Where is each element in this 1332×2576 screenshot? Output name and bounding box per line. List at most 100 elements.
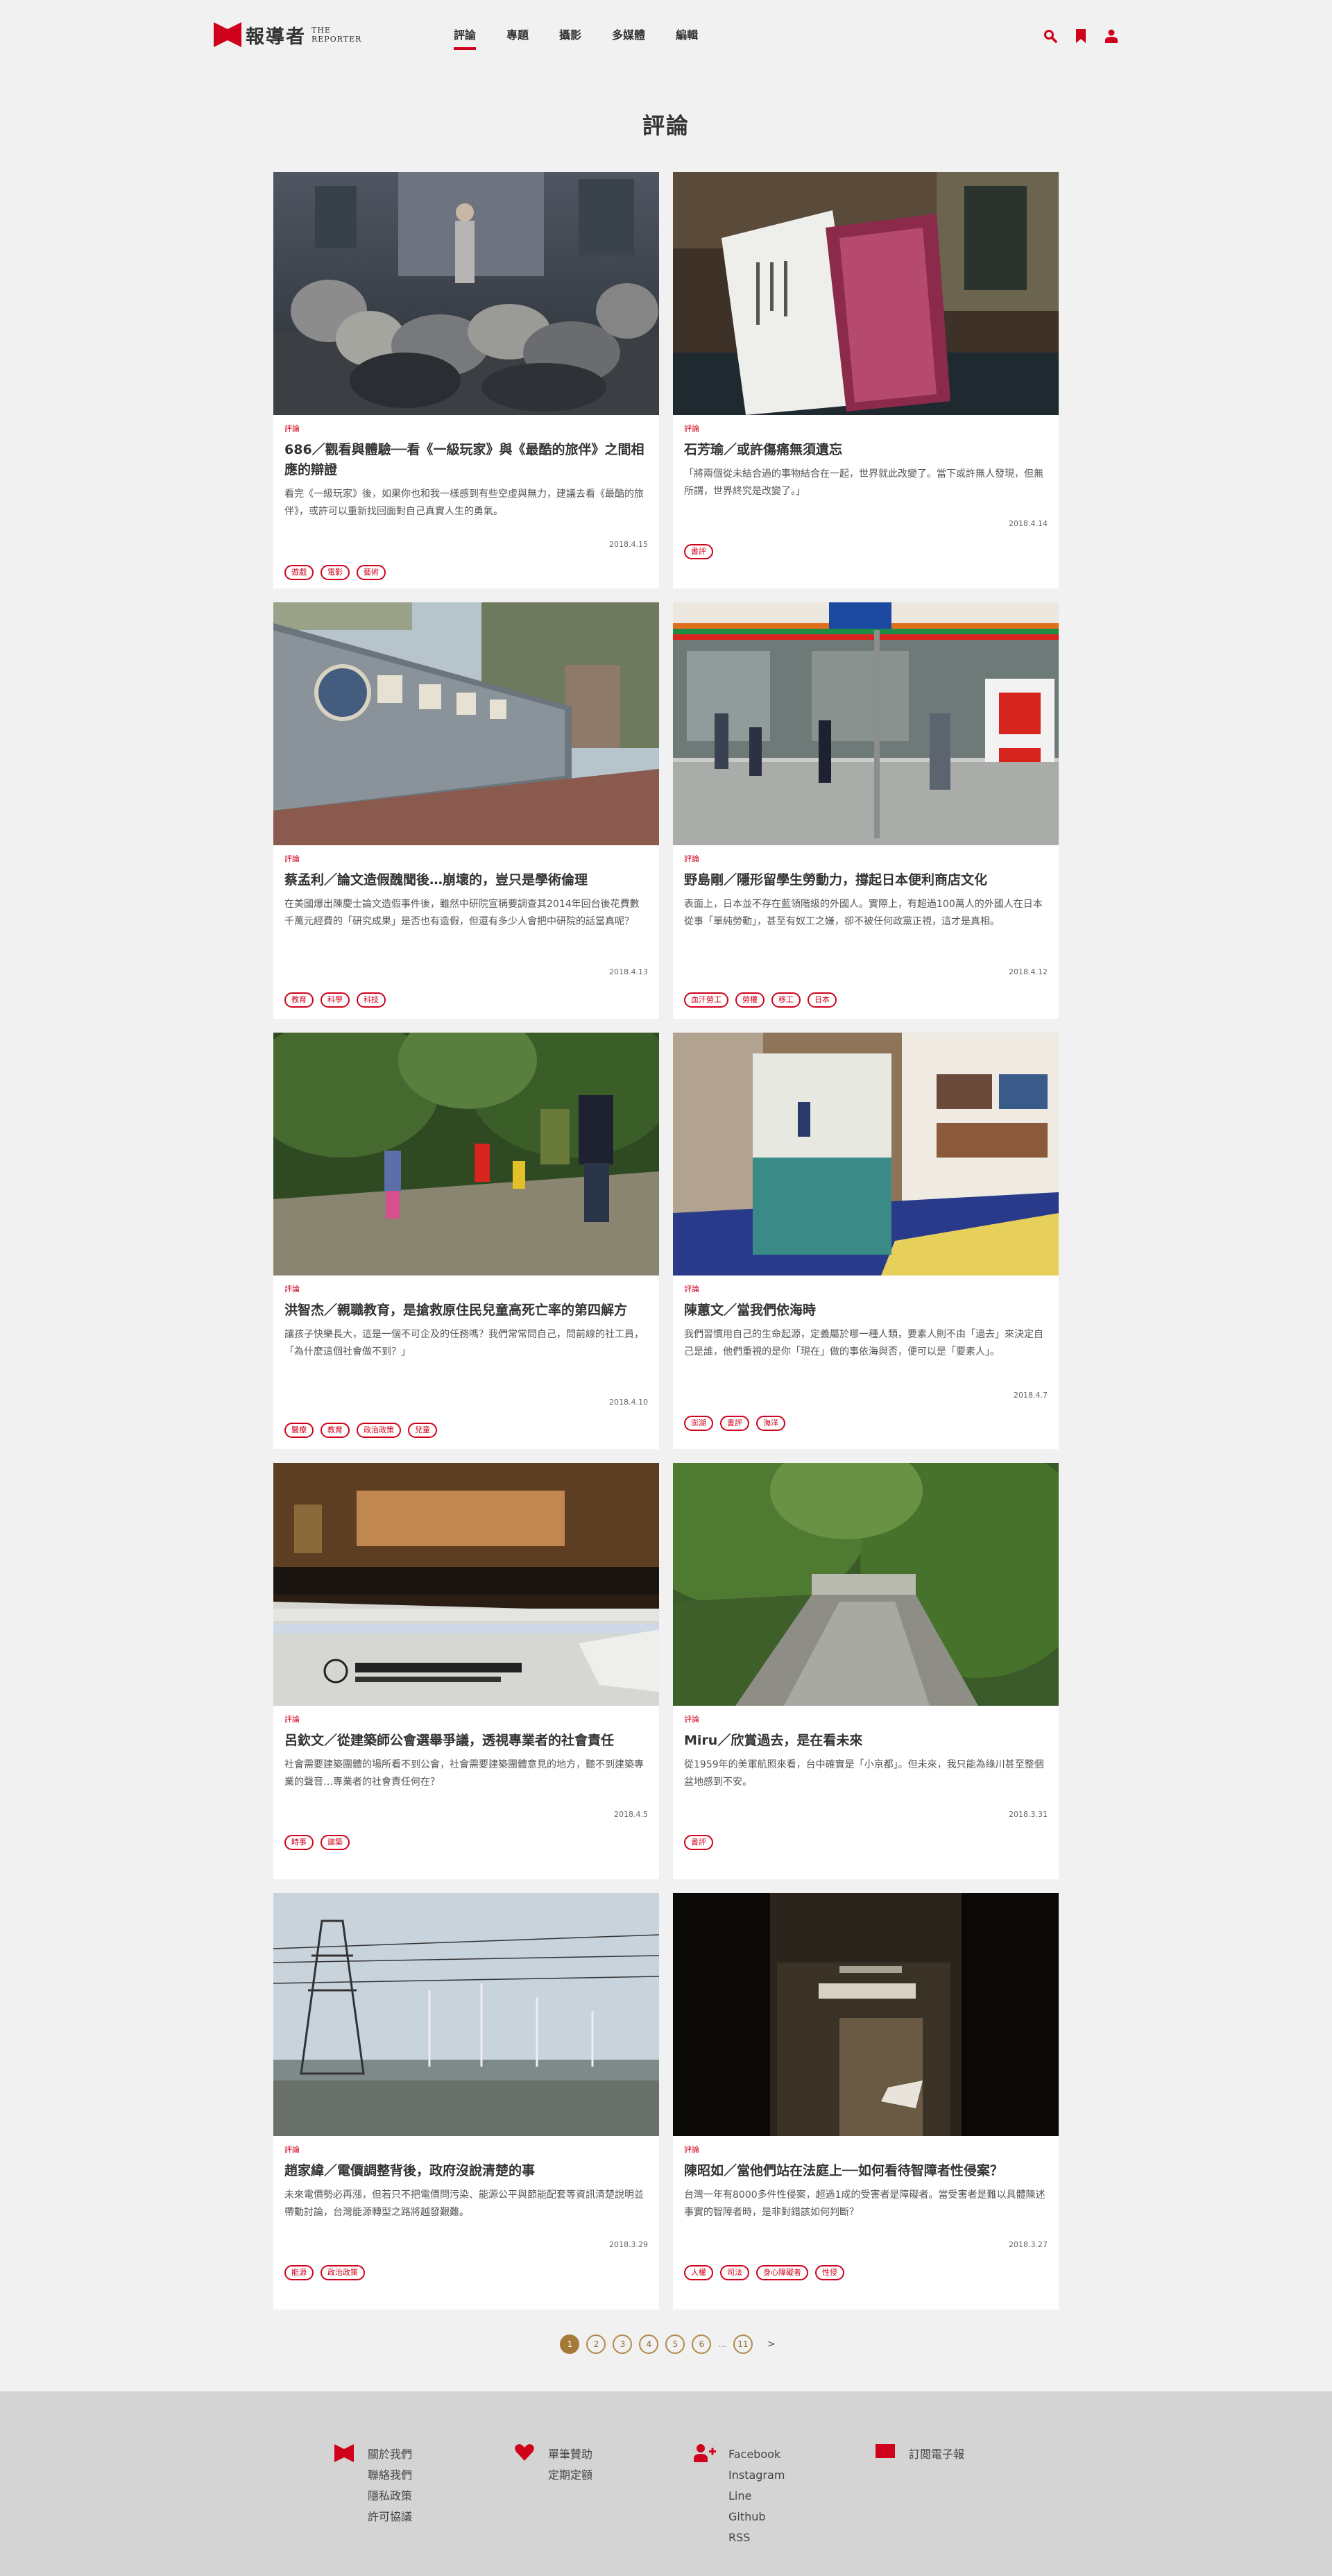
article-tag[interactable]: 建築: [321, 1835, 350, 1850]
article-tag[interactable]: 能源: [284, 2265, 314, 2280]
article-tag[interactable]: 兒童: [408, 1423, 437, 1438]
footer-link[interactable]: Line: [728, 2486, 785, 2507]
footer-link[interactable]: 定期定額: [548, 2465, 592, 2486]
nav-item-photography[interactable]: 攝影: [559, 28, 581, 50]
page-button-current[interactable]: 1: [560, 2334, 580, 2354]
bookmark-button[interactable]: [1073, 28, 1089, 44]
nav-item-multimedia[interactable]: 多媒體: [612, 28, 645, 50]
article-tag[interactable]: 科技: [357, 992, 386, 1008]
article-tag[interactable]: 書評: [684, 544, 713, 559]
search-button[interactable]: [1042, 28, 1059, 44]
article-title[interactable]: 呂欽文／從建築師公會選舉爭議，透視專業者的社會責任: [284, 1731, 648, 1751]
article-category[interactable]: 評論: [684, 2144, 1048, 2155]
article-category[interactable]: 評論: [284, 854, 648, 865]
article-tag[interactable]: 醫療: [284, 1423, 314, 1438]
article-category[interactable]: 評論: [684, 1284, 1048, 1295]
article-body: 評論 陳蕙文／當我們依海時 我們習慣用自己的生命起源，定義屬於哪一種人類，要素人…: [673, 1276, 1059, 1449]
article-title[interactable]: 石芳瑜／或許傷痛無須遺忘: [684, 440, 1048, 460]
logo-name-en-line2: REPORTER: [311, 35, 362, 44]
article-category[interactable]: 評論: [684, 1714, 1048, 1725]
article-tag[interactable]: 性侵: [815, 2265, 844, 2280]
nav-item-editorial[interactable]: 編輯: [676, 28, 698, 50]
article-title[interactable]: 陳蕙文／當我們依海時: [684, 1300, 1048, 1321]
article-category[interactable]: 評論: [684, 423, 1048, 434]
article-tags: 遊戲 電影 藝術: [284, 565, 393, 580]
article-card[interactable]: 評論 Miru／欣賞過去，是在看未來 從1959年的美軍航照來看，台中確實是「小…: [673, 1463, 1059, 1879]
article-tag[interactable]: 教育: [321, 1423, 350, 1438]
article-title[interactable]: 趙家緯／電價調整背後，政府沒說清楚的事: [284, 2161, 648, 2181]
account-button[interactable]: [1103, 28, 1120, 44]
article-tag[interactable]: 政治政策: [321, 2265, 365, 2280]
article-title[interactable]: 陳昭如／當他們站在法庭上──如何看待智障者性侵案？: [684, 2161, 1048, 2181]
article-tag[interactable]: 身心障礙者: [756, 2265, 808, 2280]
article-card[interactable]: 評論 陳昭如／當他們站在法庭上──如何看待智障者性侵案？ 台灣一年有8000多件…: [673, 1893, 1059, 2310]
article-card[interactable]: 評論 洪智杰／親職教育，是搶救原住民兒童高死亡率的第四解方 讓孩子快樂長大，這是…: [273, 1033, 659, 1449]
article-tag[interactable]: 電影: [321, 565, 350, 580]
article-tag[interactable]: 司法: [720, 2265, 749, 2280]
article-category[interactable]: 評論: [284, 423, 648, 434]
article-tag[interactable]: 書評: [684, 1835, 713, 1850]
article-date: 2018.4.13: [609, 967, 648, 976]
article-tag[interactable]: 澎湖: [684, 1416, 713, 1431]
article-card[interactable]: 評論 趙家緯／電價調整背後，政府沒說清楚的事 未來電價勢必再漲，但若只不把電價問…: [273, 1893, 659, 2310]
footer-link[interactable]: 許可協議: [368, 2507, 412, 2527]
footer-link[interactable]: Facebook: [728, 2444, 785, 2465]
article-body: 評論 呂欽文／從建築師公會選舉爭議，透視專業者的社會責任 社會需要建築團體的場所…: [273, 1706, 659, 1879]
footer-links: Facebook Instagram Line Github RSS: [728, 2444, 785, 2548]
article-tag[interactable]: 科學: [321, 992, 350, 1008]
next-page-button[interactable]: >: [767, 2339, 776, 2350]
article-card[interactable]: 評論 野島剛／隱形留學生勞動力，撐起日本便利商店文化 表面上，日本並不存在藍領階…: [673, 602, 1059, 1019]
article-card[interactable]: 評論 蔡孟利／論文造假醜聞後…崩壞的，豈只是學術倫理 在美國爆出陳慶士論文造假事…: [273, 602, 659, 1019]
article-card[interactable]: 評論 呂欽文／從建築師公會選舉爭議，透視專業者的社會責任 社會需要建築團體的場所…: [273, 1463, 659, 1879]
article-category[interactable]: 評論: [284, 2144, 648, 2155]
article-tag[interactable]: 海洋: [756, 1416, 785, 1431]
article-category[interactable]: 評論: [284, 1284, 648, 1295]
article-card[interactable]: 評論 石芳瑜／或許傷痛無須遺忘 「將兩個從未結合過的事物結合在一起，世界就此改變…: [673, 172, 1059, 588]
article-tag[interactable]: 日本: [808, 992, 837, 1008]
footer-link[interactable]: 隱私政策: [368, 2486, 412, 2507]
footer-link[interactable]: Github: [728, 2507, 785, 2527]
article-category[interactable]: 評論: [684, 854, 1048, 865]
footer-link[interactable]: 訂閱電子報: [909, 2444, 964, 2465]
article-description: 未來電價勢必再漲，但若只不把電價問污染、能源公平與節能配套等資訊清楚說明並帶動討…: [284, 2189, 644, 2218]
flag-icon: [333, 2444, 355, 2464]
article-tag[interactable]: 移工: [771, 992, 801, 1008]
article-card[interactable]: 評論 686／觀看與體驗──看《一級玩家》與《最酷的旅伴》之間相應的辯證 看完《…: [273, 172, 659, 588]
page-button[interactable]: 3: [613, 2334, 633, 2354]
article-tag[interactable]: 遊戲: [284, 565, 314, 580]
article-tag[interactable]: 血汗勞工: [684, 992, 728, 1008]
site-logo[interactable]: 報導者 THE REPORTER: [214, 21, 361, 49]
page-button[interactable]: 4: [639, 2334, 659, 2354]
article-tag[interactable]: 人權: [684, 2265, 713, 2280]
logo-mark-icon: [214, 22, 241, 47]
article-tag[interactable]: 時事: [284, 1835, 314, 1850]
footer-links: 關於我們 聯絡我們 隱私政策 許可協議: [368, 2444, 412, 2527]
footer-link[interactable]: Instagram: [728, 2465, 785, 2486]
article-description: 台灣一年有8000多件性侵案，超過1成的受害者是障礙者。當受害者是難以具體陳述事…: [684, 2189, 1045, 2218]
article-title[interactable]: 野島剛／隱形留學生勞動力，撐起日本便利商店文化: [684, 870, 1048, 890]
footer-link[interactable]: 關於我們: [368, 2444, 412, 2465]
footer-link[interactable]: 聯絡我們: [368, 2465, 412, 2486]
article-title[interactable]: Miru／欣賞過去，是在看未來: [684, 1731, 1048, 1751]
page-button[interactable]: 5: [665, 2334, 685, 2354]
footer-link[interactable]: RSS: [728, 2527, 785, 2548]
article-tag[interactable]: 勞權: [735, 992, 765, 1008]
article-title[interactable]: 蔡孟利／論文造假醜聞後…崩壞的，豈只是學術倫理: [284, 870, 648, 890]
page-button[interactable]: 6: [692, 2334, 712, 2354]
article-tags: 教育 科學 科技: [284, 992, 393, 1008]
nav-item-review[interactable]: 評論: [454, 28, 477, 50]
article-tag[interactable]: 政治政策: [357, 1423, 401, 1438]
article-card[interactable]: 評論 陳蕙文／當我們依海時 我們習慣用自己的生命起源，定義屬於哪一種人類，要素人…: [673, 1033, 1059, 1449]
article-grid: 評論 686／觀看與體驗──看《一級玩家》與《最酷的旅伴》之間相應的辯證 看完《…: [273, 172, 1059, 2323]
footer-link[interactable]: 單筆贊助: [548, 2444, 592, 2465]
article-tag[interactable]: 教育: [284, 992, 314, 1008]
article-tag[interactable]: 書評: [720, 1416, 749, 1431]
article-category[interactable]: 評論: [284, 1714, 648, 1725]
page-button-last[interactable]: 11: [733, 2334, 753, 2354]
article-title[interactable]: 洪智杰／親職教育，是搶救原住民兒童高死亡率的第四解方: [284, 1300, 648, 1321]
nav-item-topics[interactable]: 專題: [506, 28, 529, 50]
article-tag[interactable]: 藝術: [357, 565, 386, 580]
article-title[interactable]: 686／觀看與體驗──看《一級玩家》與《最酷的旅伴》之間相應的辯證: [284, 440, 648, 480]
article-description: 看完《一級玩家》後，如果你也和我一樣感到有些空虛與無力，建議去看《最酷的旅伴》，…: [284, 489, 644, 517]
page-button[interactable]: 2: [586, 2334, 606, 2354]
